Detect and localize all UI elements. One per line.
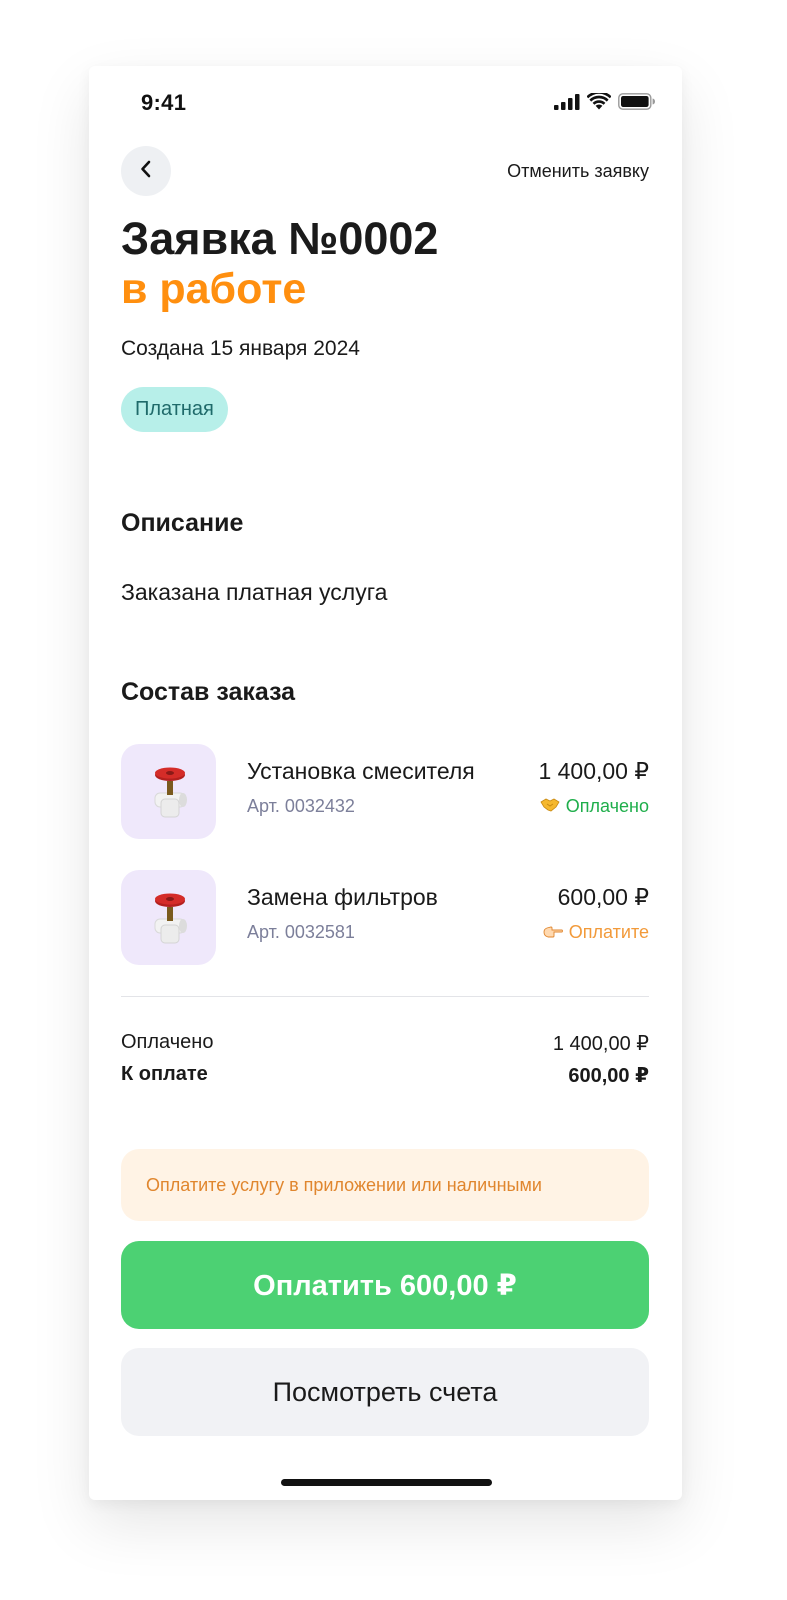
handshake-icon bbox=[540, 796, 560, 817]
cancel-request-link[interactable]: Отменить заявку bbox=[507, 161, 649, 182]
home-indicator[interactable] bbox=[281, 1479, 492, 1486]
paid-type-badge: Платная bbox=[121, 387, 228, 432]
status-time: 9:41 bbox=[141, 90, 187, 115]
item-price: 1 400,00 ₽ bbox=[538, 758, 649, 784]
valve-icon bbox=[139, 885, 199, 950]
wifi-icon bbox=[587, 93, 611, 110]
summary-paid-value: 1 400,00 ₽ bbox=[552, 1033, 649, 1055]
created-date: Создана 15 января 2024 bbox=[121, 337, 360, 360]
chevron-left-icon bbox=[139, 159, 153, 184]
cellular-signal-icon bbox=[554, 93, 580, 110]
status-icons bbox=[554, 93, 656, 110]
item-payment-status: Оплачено bbox=[540, 796, 649, 817]
item-name: Установка смесителя bbox=[247, 758, 475, 784]
divider bbox=[121, 996, 649, 997]
battery-icon bbox=[618, 93, 656, 110]
view-bills-button[interactable]: Посмотреть счета bbox=[121, 1348, 649, 1436]
item-sku: Арт. 0032432 bbox=[247, 796, 355, 816]
pointing-hand-icon bbox=[543, 922, 563, 943]
payment-notice: Оплатите услугу в приложении или наличны… bbox=[121, 1149, 649, 1221]
order-item[interactable]: Замена фильтров 600,00 ₽ Арт. 0032581 Оп… bbox=[121, 870, 649, 965]
item-name: Замена фильтров bbox=[247, 884, 438, 910]
description-heading: Описание bbox=[121, 509, 244, 537]
item-sku: Арт. 0032581 bbox=[247, 922, 355, 942]
pay-button[interactable]: Оплатить 600,00 ₽ bbox=[121, 1241, 649, 1329]
item-status-label: Оплачено bbox=[565, 796, 649, 816]
description-text: Заказана платная услуга bbox=[121, 579, 388, 605]
request-status: в работе bbox=[121, 265, 307, 313]
page-title: Заявка №0002 bbox=[121, 213, 439, 264]
order-item[interactable]: Установка смесителя 1 400,00 ₽ Арт. 0032… bbox=[121, 744, 649, 839]
item-thumbnail bbox=[121, 870, 216, 965]
back-button[interactable] bbox=[121, 146, 171, 196]
summary-due-label: К оплате bbox=[121, 1063, 208, 1085]
status-bar: 9:41 bbox=[89, 66, 682, 138]
item-payment-status: Оплатите bbox=[543, 922, 649, 943]
item-status-label: Оплатите bbox=[568, 922, 649, 942]
valve-icon bbox=[139, 759, 199, 824]
summary-due-value: 600,00 ₽ bbox=[568, 1065, 649, 1087]
item-price: 600,00 ₽ bbox=[557, 884, 649, 910]
summary-paid-label: Оплачено bbox=[121, 1031, 214, 1053]
item-thumbnail bbox=[121, 744, 216, 839]
order-heading: Состав заказа bbox=[121, 678, 296, 706]
phone-screen: 9:41 Отменить заявку Заявка №0002 в рабо… bbox=[89, 66, 682, 1500]
